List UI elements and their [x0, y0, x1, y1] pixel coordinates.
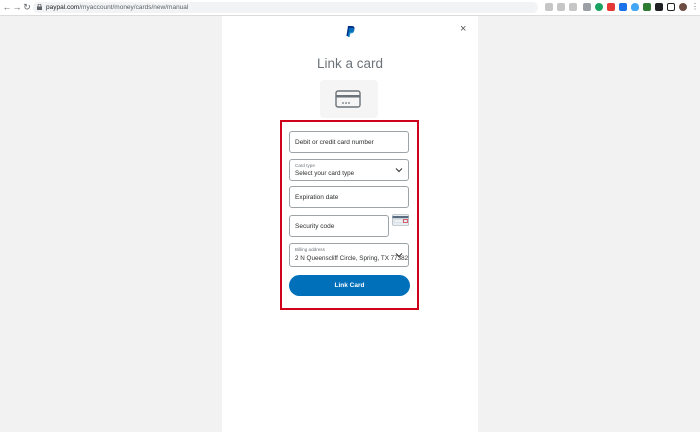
card-illustration [320, 80, 378, 118]
puzzle-icon[interactable] [655, 3, 663, 11]
back-icon[interactable]: ← [2, 2, 12, 12]
avatar[interactable] [679, 3, 687, 11]
billing-address-value: 2 N Queenscliff Circle, Spring, TX 77382 [295, 255, 409, 262]
reload-icon[interactable]: ↻ [22, 2, 32, 12]
paypal-page: × Link a card Debit or credit card numbe… [222, 16, 478, 432]
card-type-label: Card type [295, 163, 315, 168]
grammarly-icon[interactable] [595, 3, 603, 11]
star-icon[interactable] [569, 3, 577, 11]
url-text: paypal.com/myaccount/money/cards/new/man… [46, 4, 189, 11]
chevron-down-icon [395, 168, 403, 173]
s-extension-icon[interactable] [607, 3, 615, 11]
paypal-logo-icon [346, 26, 355, 37]
card-type-value: Select your card type [295, 170, 355, 177]
browser-toolbar: ← → ↻ paypal.com/myaccount/money/cards/n… [0, 0, 700, 16]
green-extension-icon[interactable] [643, 3, 651, 11]
card-number-placeholder: Debit or credit card number [295, 139, 374, 146]
card-icon [335, 90, 361, 108]
card-number-field[interactable]: Debit or credit card number [289, 131, 409, 153]
billing-address-label: Billing address [295, 247, 325, 252]
link-card-button[interactable]: Link Card [289, 275, 410, 296]
shield-icon[interactable] [631, 3, 639, 11]
address-bar[interactable]: paypal.com/myaccount/money/cards/new/man… [33, 2, 538, 13]
cvv-card-icon [392, 214, 409, 226]
security-code-field[interactable]: Security code [289, 215, 389, 237]
key-icon[interactable] [545, 3, 553, 11]
expiration-placeholder: Expiration date [295, 194, 339, 201]
page-title: Link a card [316, 56, 384, 71]
billing-address-select[interactable]: Billing address 2 N Queenscliff Circle, … [289, 243, 409, 267]
expiration-date-field[interactable]: Expiration date [289, 186, 409, 208]
lock-icon [37, 4, 42, 10]
close-icon[interactable]: × [460, 23, 466, 35]
menu-icon[interactable]: ⋮ [690, 2, 700, 12]
forward-icon[interactable]: → [12, 2, 22, 12]
sidebar-icon[interactable] [667, 3, 675, 11]
chevron-down-icon [395, 253, 403, 258]
extension-icon[interactable] [583, 3, 591, 11]
card-type-select[interactable]: Card type Select your card type [289, 159, 409, 181]
share-icon[interactable] [557, 3, 565, 11]
translate-icon[interactable] [619, 3, 627, 11]
security-code-placeholder: Security code [295, 223, 335, 230]
